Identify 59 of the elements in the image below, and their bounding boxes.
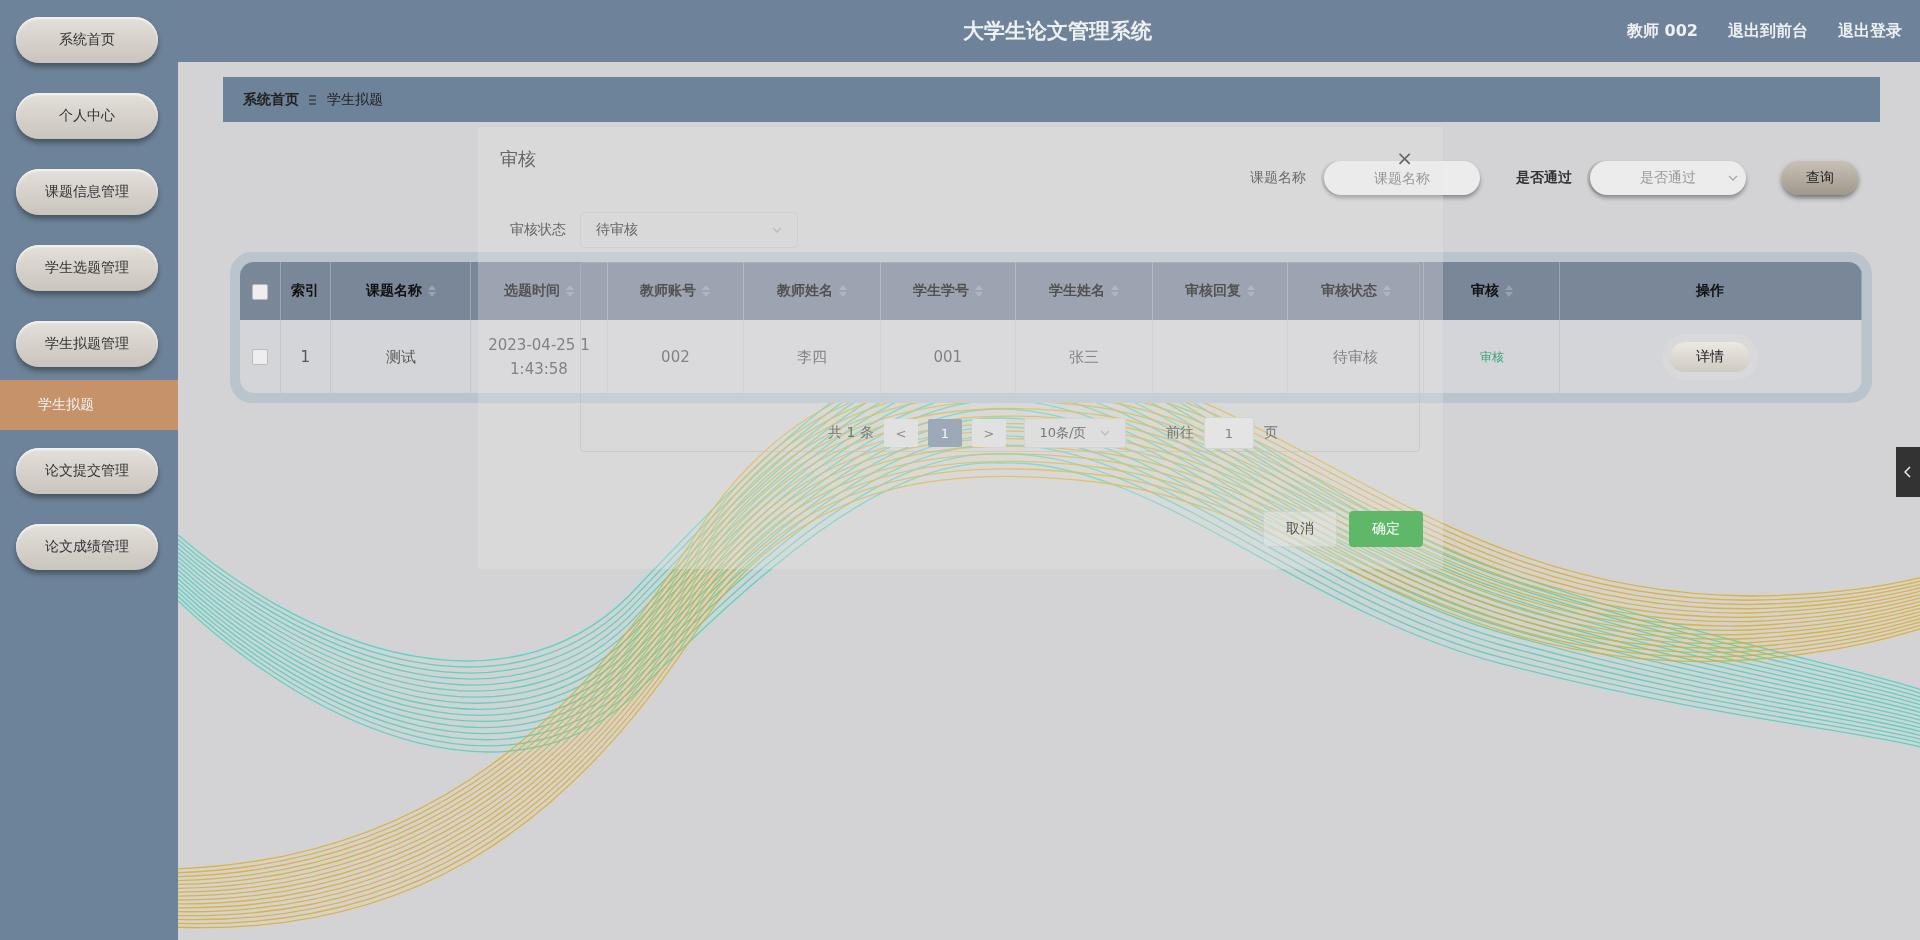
sidebar-item[interactable]: 学生选题管理	[16, 245, 158, 291]
prev-page-button[interactable]: <	[883, 419, 918, 447]
page-button[interactable]: 1	[927, 419, 962, 447]
side-toggle-button[interactable]	[1896, 447, 1920, 497]
user-label: 教师 002	[1627, 20, 1698, 42]
sidebar-item[interactable]: 学生拟题管理	[16, 321, 158, 367]
select-field[interactable]: 是否通过	[1590, 161, 1746, 195]
review-link[interactable]: 审核	[1479, 350, 1504, 364]
cancel-button[interactable]: 取消	[1263, 511, 1337, 547]
column-header[interactable]: 审核状态	[1320, 282, 1377, 300]
chevron-down-icon	[772, 226, 782, 234]
sidebar-item[interactable]: 个人中心	[16, 93, 158, 139]
column-header[interactable]: 学生姓名	[1048, 282, 1105, 300]
sidebar-item[interactable]: 学生拟题	[0, 380, 178, 430]
reply-box[interactable]	[580, 262, 1420, 452]
table-cell: 测试	[385, 347, 416, 366]
page-input[interactable]: 1	[1203, 417, 1254, 449]
checkbox[interactable]	[251, 349, 268, 365]
chevron-down-icon	[1100, 429, 1111, 437]
table-cell: 001	[933, 347, 963, 366]
sidebar-item[interactable]: 系统首页	[16, 17, 158, 63]
column-header[interactable]: 教师账号	[640, 282, 697, 300]
table-cell: 2023-04-25 11:43:58	[488, 335, 590, 378]
column-header[interactable]: 选题时间	[503, 282, 560, 300]
column-header[interactable]: 审核	[1470, 282, 1499, 300]
table-cell: 002	[661, 347, 690, 366]
dialog-title: 审核	[500, 147, 536, 171]
next-page-button[interactable]: >	[971, 419, 1006, 447]
app-title: 大学生论文管理系统	[962, 18, 1153, 45]
column-header[interactable]: 索引	[291, 282, 320, 300]
chevron-left-icon	[1904, 466, 1912, 478]
sidebar-item[interactable]: 论文提交管理	[16, 448, 158, 494]
column-header[interactable]: 教师姓名	[776, 282, 833, 300]
separator-icon	[309, 94, 317, 105]
sort-icon[interactable]	[1504, 285, 1513, 297]
column-header[interactable]: 学生学号	[912, 282, 969, 300]
status-select[interactable]: 待审核	[580, 212, 798, 248]
table-cell: 1	[300, 347, 310, 366]
page-size-select[interactable]: 10条/页	[1023, 418, 1126, 448]
column-header[interactable]: 审核回复	[1184, 282, 1241, 300]
checkbox[interactable]	[251, 283, 268, 300]
chevron-down-icon	[1728, 174, 1738, 182]
header-link[interactable]: 退出登录	[1838, 20, 1902, 42]
table-cell: 张三	[1068, 347, 1099, 366]
header-link[interactable]: 退出到前台	[1728, 20, 1808, 42]
field-label: 课题名称	[1250, 169, 1306, 187]
table-cell: 李四	[796, 347, 827, 366]
breadcrumb-item[interactable]: 系统首页	[243, 90, 299, 109]
sidebar-item[interactable]: 课题信息管理	[16, 169, 158, 215]
column-header[interactable]: 课题名称	[365, 282, 422, 300]
confirm-button[interactable]: 确定	[1349, 511, 1423, 547]
field-label: 是否通过	[1516, 169, 1572, 187]
column-header[interactable]: 操作	[1696, 282, 1725, 300]
search-button[interactable]: 查询	[1782, 161, 1858, 195]
sidebar-item[interactable]: 论文成绩管理	[16, 524, 158, 570]
sort-icon[interactable]	[427, 285, 436, 297]
breadcrumb-item[interactable]: 学生拟题	[327, 90, 383, 109]
table-cell: 待审核	[1333, 347, 1379, 366]
field-label: 审核状态	[510, 221, 566, 239]
